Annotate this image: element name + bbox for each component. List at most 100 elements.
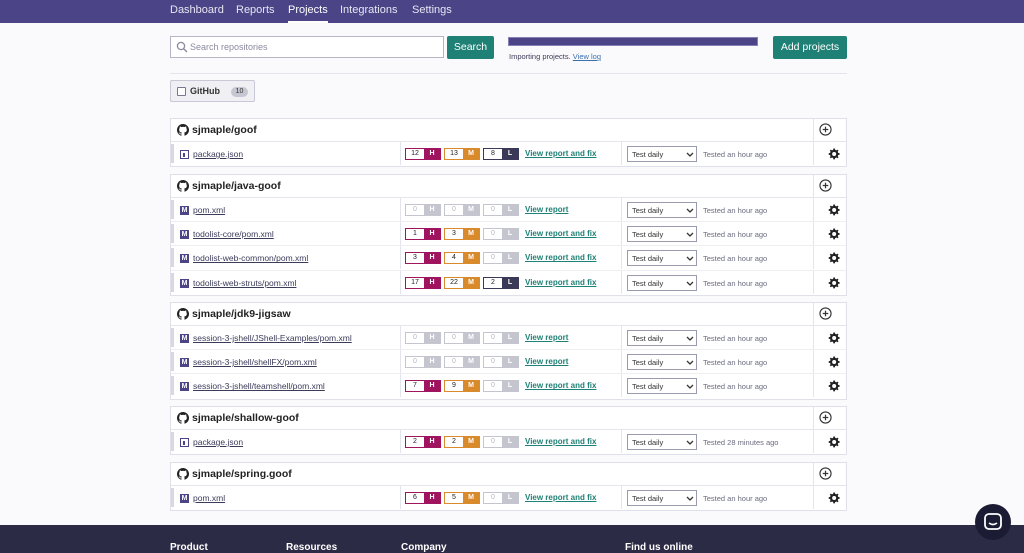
gear-icon[interactable]	[828, 356, 840, 368]
repo-name[interactable]: sjmaple/spring.goof	[192, 468, 292, 480]
nav-projects[interactable]: Projects	[288, 0, 328, 23]
test-frequency-select[interactable]: Test daily	[627, 354, 697, 371]
view-report-link[interactable]: View report and fix	[525, 253, 596, 262]
repo-name[interactable]: sjmaple/java-goof	[192, 180, 281, 192]
view-report-link[interactable]: View report and fix	[525, 278, 596, 287]
gear-icon[interactable]	[828, 228, 840, 240]
chevron-down-icon	[686, 281, 694, 286]
view-report-link[interactable]: View report and fix	[525, 381, 596, 390]
project-file-link[interactable]: todolist-web-struts/pom.xml	[193, 278, 296, 288]
chevron-down-icon	[686, 440, 694, 445]
add-project-icon[interactable]	[819, 179, 832, 192]
github-filter[interactable]: GitHub 10	[170, 80, 255, 102]
github-filter-checkbox[interactable]	[177, 87, 186, 96]
view-report-link[interactable]: View report and fix	[525, 493, 596, 502]
severity-letter-low: L	[502, 357, 518, 368]
test-frequency-value: Test daily	[632, 278, 664, 288]
severity-letter-high: H	[424, 205, 440, 215]
project-file-link[interactable]: package.json	[193, 149, 243, 159]
project-file-link[interactable]: session-3-jshell/shellFX/pom.xml	[193, 357, 317, 367]
chat-button[interactable]	[975, 504, 1011, 540]
test-frequency-select[interactable]: Test daily	[627, 146, 697, 162]
project-file-link[interactable]: package.json	[193, 437, 243, 447]
severity-count-low: 0	[484, 333, 502, 343]
severity-letter-high: H	[424, 277, 440, 288]
add-project-icon[interactable]	[819, 307, 832, 320]
project-file-link[interactable]: todolist-core/pom.xml	[193, 229, 274, 239]
severity-count-high: 2	[406, 437, 424, 447]
test-frequency-select[interactable]: Test daily	[627, 250, 697, 267]
import-status-text: Importing projects.	[509, 52, 571, 61]
search-input[interactable]	[190, 37, 440, 57]
nav-reports[interactable]: Reports	[236, 0, 275, 23]
severity-letter-low: L	[502, 333, 518, 343]
project-row: Mpom.xml 0 H 0 M 0 L View report Test daily Teste…	[171, 198, 846, 223]
github-icon	[177, 124, 189, 136]
add-project-icon[interactable]	[819, 411, 832, 424]
import-progress-fill	[509, 38, 757, 45]
github-icon	[177, 468, 189, 480]
project-row: Mtodolist-web-common/pom.xml 3 H 4 M 0 L View r…	[171, 246, 846, 271]
test-frequency-select[interactable]: Test daily	[627, 330, 697, 346]
test-frequency-value: Test daily	[632, 150, 664, 159]
nav-dashboard[interactable]: Dashboard	[170, 0, 224, 23]
chevron-down-icon	[686, 496, 694, 501]
view-report-link[interactable]: View report	[525, 357, 568, 366]
severity-letter-medium: M	[463, 229, 479, 240]
last-tested-text: Tested an hour ago	[703, 382, 768, 392]
search-button[interactable]: Search	[447, 36, 494, 59]
divider	[621, 350, 622, 374]
repo-name[interactable]: sjmaple/jdk9-jigsaw	[192, 308, 291, 320]
divider	[170, 73, 847, 74]
add-projects-button[interactable]: Add projects	[773, 36, 847, 59]
severity-letter-medium: M	[463, 437, 479, 447]
test-frequency-select[interactable]: Test daily	[627, 434, 697, 450]
repo-name[interactable]: sjmaple/goof	[192, 124, 257, 136]
repo-header: sjmaple/shallow-goof	[171, 407, 846, 430]
gear-icon[interactable]	[828, 492, 840, 504]
gear-icon[interactable]	[828, 252, 840, 264]
last-tested-text: Tested an hour ago	[703, 150, 768, 159]
nav-integrations[interactable]: Integrations	[340, 0, 397, 23]
main-content: Search Importing projects. View log Add …	[0, 23, 1024, 525]
project-file-link[interactable]: session-3-jshell/JShell-Examples/pom.xml	[193, 333, 352, 343]
footer-heading-find-us: Find us online	[625, 542, 693, 553]
test-frequency-select[interactable]: Test daily	[627, 490, 697, 506]
severity-count-medium: 4	[445, 253, 463, 264]
test-frequency-select[interactable]: Test daily	[627, 226, 697, 243]
nav-settings[interactable]: Settings	[412, 0, 452, 23]
project-file-link[interactable]: session-3-jshell/teamshell/pom.xml	[193, 381, 325, 391]
gear-icon[interactable]	[828, 380, 840, 392]
view-report-link[interactable]: View report and fix	[525, 149, 596, 158]
view-report-link[interactable]: View report	[525, 205, 568, 214]
view-report-link[interactable]: View report	[525, 333, 568, 342]
severity-badge-high: 6H	[405, 492, 441, 504]
test-frequency-value: Test daily	[632, 254, 664, 264]
gear-icon[interactable]	[828, 204, 840, 216]
view-report-link[interactable]: View report and fix	[525, 229, 596, 238]
gear-icon[interactable]	[828, 436, 840, 448]
divider	[621, 326, 622, 349]
test-frequency-select[interactable]: Test daily	[627, 202, 697, 218]
project-file-link[interactable]: pom.xml	[193, 205, 225, 215]
severity-count-high: 17	[406, 277, 424, 288]
add-project-icon[interactable]	[819, 123, 832, 136]
gear-icon[interactable]	[828, 332, 840, 344]
test-frequency-select[interactable]: Test daily	[627, 378, 697, 395]
search-box	[170, 36, 444, 58]
repo-name[interactable]: sjmaple/shallow-goof	[192, 412, 299, 424]
divider	[813, 374, 814, 398]
severity-letter-medium: M	[463, 381, 479, 392]
project-file-link[interactable]: todolist-web-common/pom.xml	[193, 253, 308, 263]
gear-icon[interactable]	[828, 277, 840, 289]
add-project-icon[interactable]	[819, 467, 832, 480]
severity-letter-low: L	[502, 277, 518, 288]
test-frequency-select[interactable]: Test daily	[627, 274, 697, 291]
severity-count-low: 0	[484, 381, 502, 392]
severity-badge-low: 2L	[483, 276, 519, 289]
severity-badge-high: 1H	[405, 228, 441, 241]
project-file-link[interactable]: pom.xml	[193, 493, 225, 503]
view-log-link[interactable]: View log	[573, 52, 601, 61]
gear-icon[interactable]	[828, 148, 840, 160]
view-report-link[interactable]: View report and fix	[525, 437, 596, 446]
